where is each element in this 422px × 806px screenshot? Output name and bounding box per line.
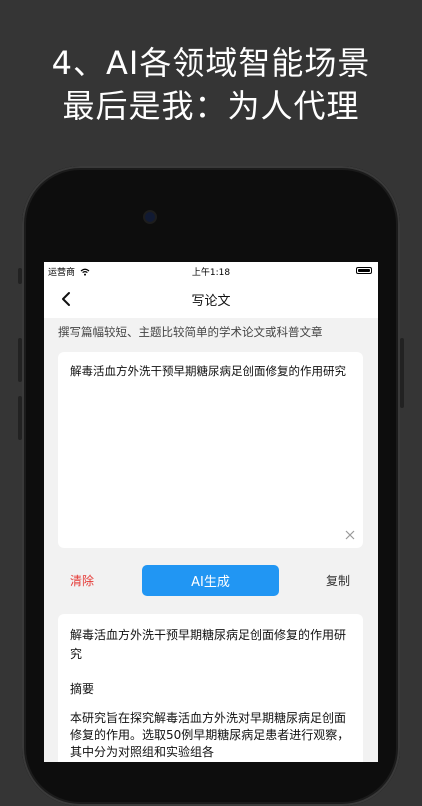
- action-row: 清除 AI生成 复制: [44, 562, 378, 598]
- output-heading: 摘要: [70, 682, 95, 696]
- front-camera-icon: [145, 212, 155, 222]
- status-bar: 运营商 上午1:18: [44, 262, 378, 280]
- output-body: 本研究旨在探究解毒活血方外洗对早期糖尿病足创面修复的作用。选取50例早期糖尿病足…: [70, 711, 350, 759]
- page-title: 写论文: [191, 294, 231, 309]
- topic-input[interactable]: 解毒活血方外洗干预早期糖尿病足创面修复的作用研究: [70, 362, 354, 380]
- copy-button[interactable]: 复制: [326, 572, 350, 589]
- headline-line-2: 最后是我：为人代理: [62, 87, 360, 125]
- phone-volume-up-button: [18, 338, 22, 382]
- clear-input-icon[interactable]: [345, 530, 355, 540]
- output-title: 解毒活血方外洗干预早期糖尿病足创面修复的作用研究: [70, 628, 347, 661]
- topic-input-card[interactable]: 解毒活血方外洗干预早期糖尿病足创面修复的作用研究: [58, 352, 363, 548]
- clear-button[interactable]: 清除: [70, 572, 94, 589]
- nav-bar: 写论文: [44, 280, 378, 318]
- headline-line-1: 4、AI各领域智能场景: [51, 44, 371, 82]
- phone-screen: 运营商 上午1:18 写论文 撰写篇幅较短、主题比较简单的学术论文或科普文章 解…: [44, 262, 378, 762]
- phone-power-button: [400, 338, 404, 408]
- promo-headline: 4、AI各领域智能场景 最后是我：为人代理: [0, 42, 422, 128]
- ai-generate-button[interactable]: AI生成: [142, 565, 279, 596]
- phone-side-button: [18, 268, 22, 284]
- battery-icon: [356, 267, 372, 274]
- page-description: 撰写篇幅较短、主题比较简单的学术论文或科普文章: [58, 325, 323, 339]
- output-card: 解毒活血方外洗干预早期糖尿病足创面修复的作用研究 摘要 本研究旨在探究解毒活血方…: [58, 614, 363, 762]
- status-time: 上午1:18: [191, 268, 231, 278]
- phone-volume-down-button: [18, 396, 22, 440]
